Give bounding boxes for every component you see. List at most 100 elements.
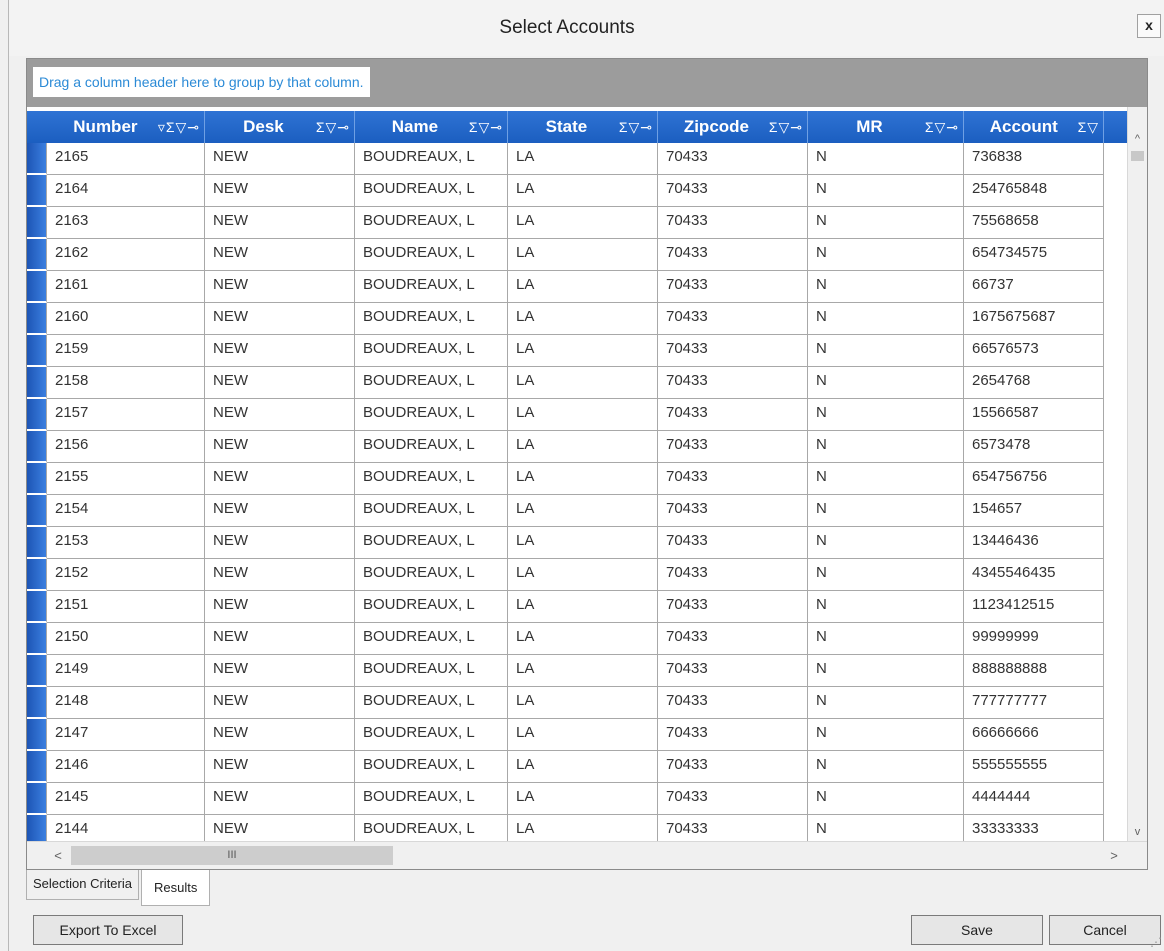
vertical-scrollbar[interactable]: ^ v (1127, 107, 1147, 842)
cell-mr[interactable]: N (808, 239, 964, 271)
cell-state[interactable]: LA (508, 719, 658, 751)
cell-mr[interactable]: N (808, 399, 964, 431)
cell-zipcode[interactable]: 70433 (658, 783, 808, 815)
cell-zipcode[interactable]: 70433 (658, 463, 808, 495)
cell-state[interactable]: LA (508, 495, 658, 527)
cell-desk[interactable]: NEW (205, 623, 355, 655)
sum-filter-pin-icon[interactable]: Σ▽⊸ (469, 111, 507, 143)
row-selector[interactable] (27, 623, 47, 655)
cell-state[interactable]: LA (508, 143, 658, 175)
cell-mr[interactable]: N (808, 175, 964, 207)
sum-filter-pin-icon[interactable]: Σ▽⊸ (619, 111, 657, 143)
cell-zipcode[interactable]: 70433 (658, 751, 808, 783)
table-row[interactable]: 2150 NEW BOUDREAUX, L LA 70433 N 99999999 (27, 623, 1137, 655)
cell-state[interactable]: LA (508, 591, 658, 623)
cell-desk[interactable]: NEW (205, 719, 355, 751)
table-row[interactable]: 2148 NEW BOUDREAUX, L LA 70433 N 777777777 (27, 687, 1137, 719)
cell-name[interactable]: BOUDREAUX, L (355, 527, 508, 559)
cell-name[interactable]: BOUDREAUX, L (355, 719, 508, 751)
cell-mr[interactable]: N (808, 623, 964, 655)
cell-account[interactable]: 2654768 (964, 367, 1104, 399)
cell-zipcode[interactable]: 70433 (658, 655, 808, 687)
cell-number[interactable]: 2158 (47, 367, 205, 399)
cell-number[interactable]: 2162 (47, 239, 205, 271)
cell-mr[interactable]: N (808, 655, 964, 687)
cell-mr[interactable]: N (808, 719, 964, 751)
cell-state[interactable]: LA (508, 655, 658, 687)
cell-zipcode[interactable]: 70433 (658, 335, 808, 367)
cell-name[interactable]: BOUDREAUX, L (355, 303, 508, 335)
cell-number[interactable]: 2154 (47, 495, 205, 527)
cell-state[interactable]: LA (508, 559, 658, 591)
cell-account[interactable]: 15566587 (964, 399, 1104, 431)
sum-filter-pin-icon[interactable]: Σ▽⊸ (316, 111, 354, 143)
cell-desk[interactable]: NEW (205, 399, 355, 431)
scroll-down-icon[interactable]: v (1128, 822, 1147, 842)
cell-number[interactable]: 2148 (47, 687, 205, 719)
table-row[interactable]: 2163 NEW BOUDREAUX, L LA 70433 N 75568658 (27, 207, 1137, 239)
table-row[interactable]: 2161 NEW BOUDREAUX, L LA 70433 N 66737 (27, 271, 1137, 303)
table-row[interactable]: 2147 NEW BOUDREAUX, L LA 70433 N 66666666 (27, 719, 1137, 751)
resize-grip-icon[interactable]: ⋰ (1150, 935, 1162, 949)
cell-name[interactable]: BOUDREAUX, L (355, 207, 508, 239)
cell-account[interactable]: 1123412515 (964, 591, 1104, 623)
cell-account[interactable]: 75568658 (964, 207, 1104, 239)
row-selector[interactable] (27, 143, 47, 175)
cell-state[interactable]: LA (508, 527, 658, 559)
row-selector[interactable] (27, 239, 47, 271)
cell-state[interactable]: LA (508, 687, 658, 719)
cell-mr[interactable]: N (808, 559, 964, 591)
column-header-name[interactable]: Name Σ▽⊸ (355, 111, 508, 143)
export-to-excel-button[interactable]: Export To Excel (33, 915, 183, 945)
cell-number[interactable]: 2164 (47, 175, 205, 207)
cell-state[interactable]: LA (508, 271, 658, 303)
cell-zipcode[interactable]: 70433 (658, 271, 808, 303)
cell-state[interactable]: LA (508, 783, 658, 815)
table-row[interactable]: 2156 NEW BOUDREAUX, L LA 70433 N 6573478 (27, 431, 1137, 463)
cell-account[interactable]: 654756756 (964, 463, 1104, 495)
cell-mr[interactable]: N (808, 527, 964, 559)
cell-desk[interactable]: NEW (205, 175, 355, 207)
cell-account[interactable]: 66737 (964, 271, 1104, 303)
scroll-up-icon[interactable]: ^ (1128, 129, 1147, 149)
cell-name[interactable]: BOUDREAUX, L (355, 591, 508, 623)
cell-number[interactable]: 2146 (47, 751, 205, 783)
cell-number[interactable]: 2160 (47, 303, 205, 335)
cell-number[interactable]: 2165 (47, 143, 205, 175)
cell-number[interactable]: 2155 (47, 463, 205, 495)
cell-mr[interactable]: N (808, 751, 964, 783)
cell-zipcode[interactable]: 70433 (658, 623, 808, 655)
row-selector[interactable] (27, 719, 47, 751)
cell-zipcode[interactable]: 70433 (658, 687, 808, 719)
cell-desk[interactable]: NEW (205, 143, 355, 175)
table-row[interactable]: 2153 NEW BOUDREAUX, L LA 70433 N 13446436 (27, 527, 1137, 559)
cell-state[interactable]: LA (508, 367, 658, 399)
row-selector[interactable] (27, 559, 47, 591)
cell-name[interactable]: BOUDREAUX, L (355, 623, 508, 655)
row-selector[interactable] (27, 495, 47, 527)
cell-state[interactable]: LA (508, 335, 658, 367)
cell-name[interactable]: BOUDREAUX, L (355, 687, 508, 719)
cell-account[interactable]: 6573478 (964, 431, 1104, 463)
cell-number[interactable]: 2150 (47, 623, 205, 655)
cell-zipcode[interactable]: 70433 (658, 175, 808, 207)
cell-desk[interactable]: NEW (205, 527, 355, 559)
row-selector[interactable] (27, 815, 47, 842)
cell-desk[interactable]: NEW (205, 207, 355, 239)
cell-zipcode[interactable]: 70433 (658, 143, 808, 175)
cell-name[interactable]: BOUDREAUX, L (355, 815, 508, 842)
cell-name[interactable]: BOUDREAUX, L (355, 463, 508, 495)
column-header-number[interactable]: Number ▿Σ▽⊸ (47, 111, 205, 143)
cell-mr[interactable]: N (808, 207, 964, 239)
cell-zipcode[interactable]: 70433 (658, 591, 808, 623)
group-by-panel[interactable]: Drag a column header here to group by th… (27, 59, 1147, 107)
cell-number[interactable]: 2157 (47, 399, 205, 431)
table-row[interactable]: 2159 NEW BOUDREAUX, L LA 70433 N 66576573 (27, 335, 1137, 367)
cell-desk[interactable]: NEW (205, 335, 355, 367)
cell-mr[interactable]: N (808, 687, 964, 719)
cell-state[interactable]: LA (508, 815, 658, 842)
cell-account[interactable]: 555555555 (964, 751, 1104, 783)
cell-desk[interactable]: NEW (205, 591, 355, 623)
table-row[interactable]: 2158 NEW BOUDREAUX, L LA 70433 N 2654768 (27, 367, 1137, 399)
cell-number[interactable]: 2144 (47, 815, 205, 842)
